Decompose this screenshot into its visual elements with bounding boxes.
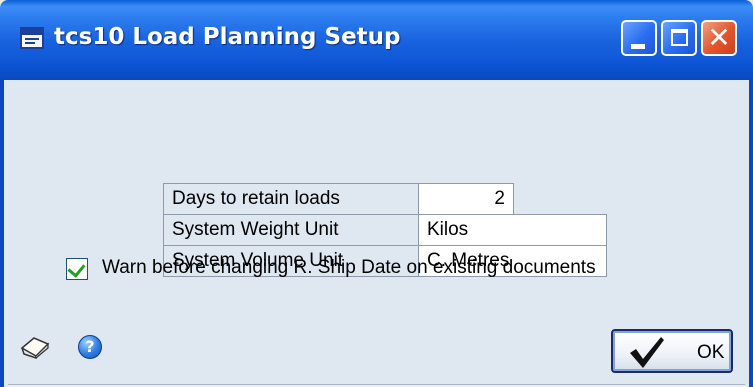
days-to-retain-label: Days to retain loads — [163, 183, 419, 215]
ok-button-label: OK — [697, 342, 725, 363]
checkmark-icon — [67, 259, 86, 278]
days-to-retain-input[interactable]: 2 — [418, 183, 514, 215]
system-weight-unit-label: System Weight Unit — [163, 214, 419, 246]
note-icon[interactable] — [20, 334, 50, 360]
minimize-icon — [631, 44, 645, 49]
warn-ship-date-label[interactable]: Warn before changing R. Ship Date on exi… — [102, 257, 596, 279]
window-title: tcs10 Load Planning Setup — [54, 24, 401, 50]
minimize-button[interactable] — [621, 20, 657, 56]
maximize-button[interactable] — [661, 20, 697, 56]
ok-button[interactable]: OK — [611, 329, 733, 373]
system-weight-unit-field[interactable]: Kilos — [418, 214, 607, 246]
close-button[interactable]: ✕ — [701, 20, 737, 56]
title-bar[interactable]: tcs10 Load Planning Setup ✕ — [0, 0, 753, 80]
warn-ship-date-checkbox[interactable] — [66, 258, 88, 280]
window-app-icon[interactable] — [20, 27, 44, 49]
close-icon: ✕ — [707, 21, 731, 54]
ok-checkmark-icon — [630, 337, 664, 368]
maximize-icon — [671, 29, 688, 46]
help-icon[interactable]: ? — [78, 335, 102, 359]
